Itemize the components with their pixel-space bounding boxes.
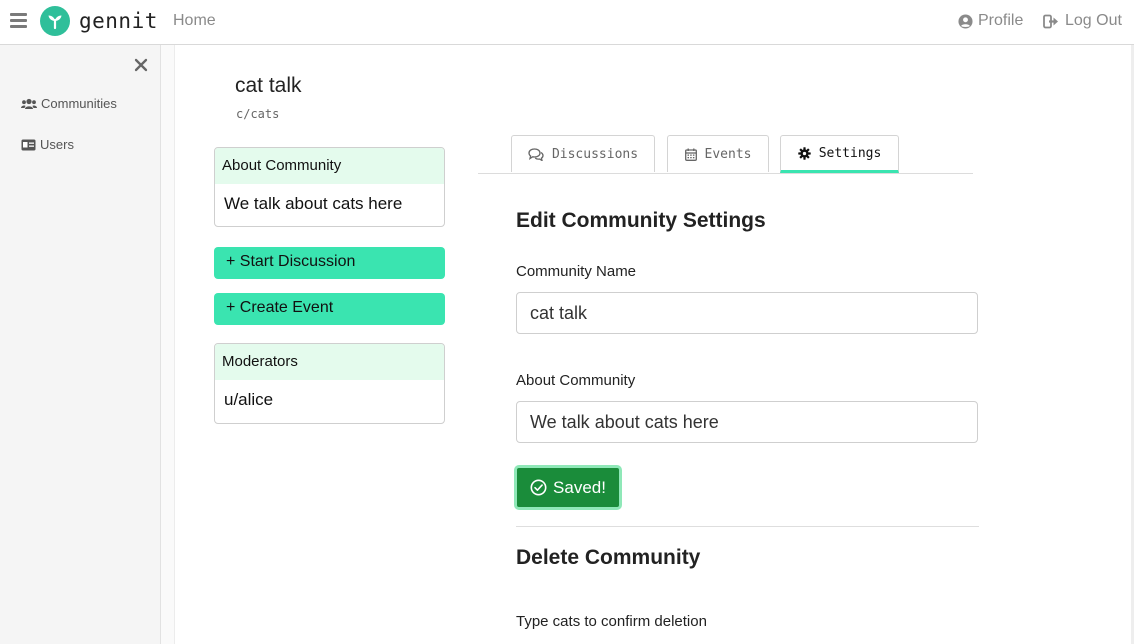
moderators-card-heading: Moderators [215, 344, 444, 380]
about-card-text: We talk about cats here [224, 194, 403, 213]
tabs-underline [478, 173, 973, 174]
tab-label: Events [704, 146, 752, 162]
community-slug: c/cats [236, 107, 280, 121]
sign-out-icon [1043, 14, 1058, 28]
moderators-card: Moderators u/alice [214, 343, 445, 424]
hamburger-menu-icon[interactable] [10, 13, 27, 28]
nav-home-link[interactable]: Home [173, 12, 216, 30]
community-title: cat talk [235, 74, 302, 97]
delete-community-heading: Delete Community [516, 546, 701, 569]
about-community-input[interactable] [516, 401, 978, 443]
profile-label: Profile [978, 12, 1024, 29]
top-navbar: gennit Home Profile Log Out [0, 0, 1134, 45]
moderator-link[interactable]: u/alice [215, 380, 444, 420]
left-sidebar: Communities Users [0, 45, 161, 644]
tab-label: Settings [818, 145, 882, 161]
comments-icon [528, 147, 544, 161]
saved-button[interactable]: Saved! [514, 465, 622, 510]
tab-events[interactable]: Events [667, 135, 769, 172]
sprout-logo-icon[interactable] [40, 6, 70, 36]
section-divider [516, 526, 979, 527]
logout-label: Log Out [1065, 12, 1122, 29]
sidebar-item-communities[interactable]: Communities [21, 96, 117, 111]
gear-icon [797, 146, 811, 160]
confirm-deletion-label: Type cats to confirm deletion [516, 613, 707, 630]
sidebar-gutter [161, 45, 175, 644]
about-community-label: About Community [516, 372, 636, 389]
sidebar-item-users[interactable]: Users [21, 137, 74, 152]
saved-label: Saved! [553, 477, 606, 497]
check-circle-icon [530, 479, 547, 496]
tab-settings[interactable]: Settings [780, 135, 899, 173]
sidebar-item-label: Users [40, 137, 74, 152]
id-card-icon [21, 139, 36, 150]
close-sidebar-icon[interactable] [133, 57, 149, 73]
tab-discussions[interactable]: Discussions [511, 135, 655, 172]
community-name-label: Community Name [516, 263, 637, 280]
users-icon [21, 98, 37, 109]
edit-settings-heading: Edit Community Settings [516, 209, 766, 232]
tab-label: Discussions [551, 146, 639, 162]
nav-logout-link[interactable]: Log Out [1043, 12, 1122, 30]
community-name-input[interactable] [516, 292, 978, 334]
start-discussion-button[interactable]: + Start Discussion [214, 247, 445, 279]
nav-profile-link[interactable]: Profile [958, 12, 1023, 30]
about-card-heading: About Community [215, 148, 444, 184]
sidebar-item-label: Communities [41, 96, 117, 111]
app-logo-text[interactable]: gennit [79, 9, 158, 33]
about-community-card: About Community We talk about cats here [214, 147, 445, 227]
user-circle-icon [958, 13, 973, 29]
calendar-icon [684, 148, 697, 161]
create-event-button[interactable]: + Create Event [214, 293, 445, 325]
